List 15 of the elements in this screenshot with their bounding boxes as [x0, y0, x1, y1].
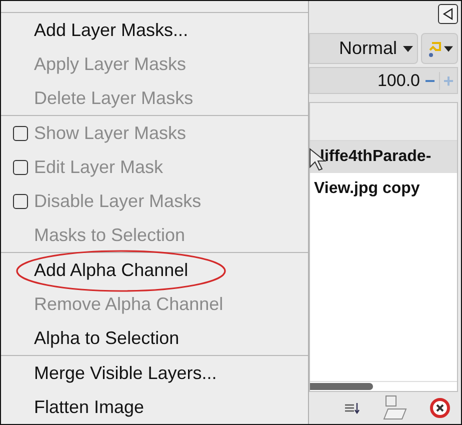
- lock-button[interactable]: [421, 33, 458, 64]
- collapse-button[interactable]: [438, 4, 458, 24]
- layers-icon[interactable]: [344, 402, 360, 414]
- menu-item[interactable]: Alpha to Selection: [34, 324, 180, 352]
- mode-dropdown[interactable]: Normal: [309, 33, 418, 64]
- layer-row[interactable]: liffe4thParade-: [310, 141, 457, 173]
- delete-icon[interactable]: [430, 398, 450, 418]
- menu-item[interactable]: Merge Visible Layers...: [34, 360, 217, 386]
- menu-item[interactable]: Add Layer Masks...: [34, 16, 188, 44]
- menu-item[interactable]: Flatten Image: [34, 394, 144, 420]
- image-icon[interactable]: [382, 395, 408, 421]
- triangle-icon: [442, 8, 454, 20]
- scrollbar[interactable]: [310, 383, 373, 390]
- caret-icon: [403, 46, 413, 52]
- caret-icon: [444, 46, 452, 52]
